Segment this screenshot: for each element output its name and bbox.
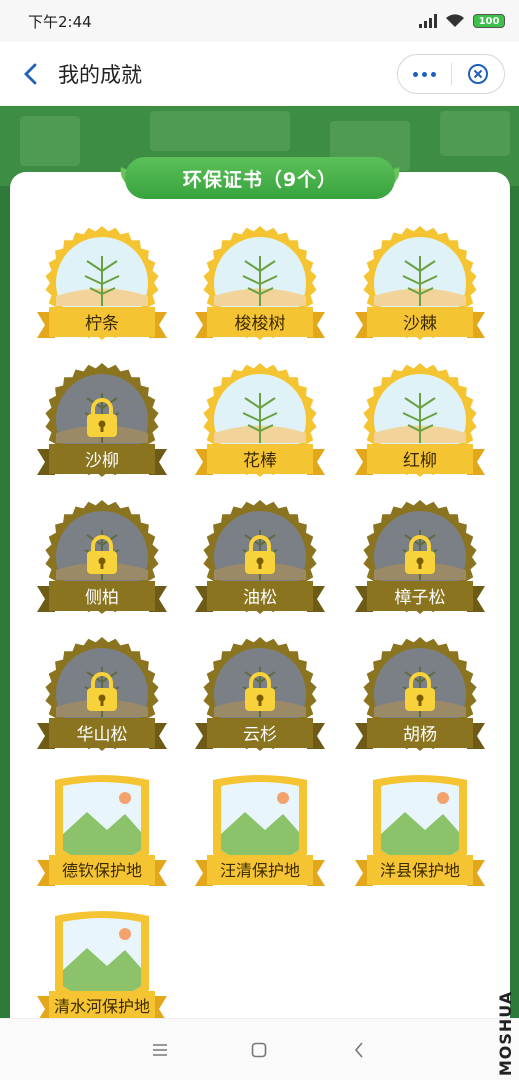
reserve-label: 德钦保护地 xyxy=(61,861,142,880)
signal-icon xyxy=(419,14,437,28)
watermark: MOSHUA xyxy=(496,990,517,1080)
page-header: 我的成就 xyxy=(0,42,519,106)
badge-earned[interactable]: 柠条 xyxy=(37,226,167,354)
badge-locked[interactable]: 樟子松 xyxy=(355,500,485,628)
sun-icon xyxy=(437,792,449,804)
badge-label: 云杉 xyxy=(243,724,277,745)
badge-label: 油松 xyxy=(243,587,277,608)
menu-icon[interactable] xyxy=(148,1038,172,1062)
reserve-label: 清水河保护地 xyxy=(53,997,150,1016)
reserve-badge[interactable]: 汪清保护地 xyxy=(195,774,325,899)
badge-label: 沙棘 xyxy=(403,313,437,334)
badge-label: 华山松 xyxy=(76,724,128,745)
lock-icon xyxy=(87,398,117,437)
section-title: 环保证书（9个） xyxy=(125,157,395,199)
back-icon[interactable] xyxy=(347,1038,371,1062)
sun-icon xyxy=(277,792,289,804)
lock-icon xyxy=(405,672,435,711)
badge-locked[interactable]: 沙柳 xyxy=(37,363,167,491)
lock-icon xyxy=(87,672,117,711)
page-title: 我的成就 xyxy=(58,63,142,87)
section-ribbon: 环保证书（9个） xyxy=(115,155,405,201)
badge-locked[interactable]: 侧柏 xyxy=(37,500,167,628)
wifi-icon xyxy=(445,14,465,28)
mini-program-capsule xyxy=(397,54,505,94)
more-icon[interactable] xyxy=(398,54,451,94)
status-bar: 下午2:44 100 xyxy=(0,0,519,42)
badge-earned[interactable]: 梭梭树 xyxy=(195,226,325,354)
badge-label: 胡杨 xyxy=(403,724,437,745)
badge-label: 柠条 xyxy=(85,313,119,334)
badge-earned[interactable]: 红柳 xyxy=(355,363,485,491)
badge-locked[interactable]: 胡杨 xyxy=(355,637,485,765)
reserve-badge[interactable]: 洋县保护地 xyxy=(355,774,485,899)
back-arrow-icon[interactable] xyxy=(18,62,42,86)
lock-icon xyxy=(245,535,275,574)
badge-earned[interactable]: 沙棘 xyxy=(355,226,485,354)
reserve-label: 洋县保护地 xyxy=(379,861,460,880)
badge-locked[interactable]: 华山松 xyxy=(37,637,167,765)
status-time: 下午2:44 xyxy=(28,12,92,31)
sun-icon xyxy=(119,928,131,940)
badge-label: 花棒 xyxy=(243,450,277,471)
badge-label: 侧柏 xyxy=(85,587,119,608)
reserve-label: 汪清保护地 xyxy=(219,861,300,880)
battery-icon: 100 xyxy=(473,14,505,28)
reserve-badge[interactable]: 清水河保护地 xyxy=(37,910,167,1035)
badge-earned[interactable]: 花棒 xyxy=(195,363,325,491)
watermark-text: MOSHUA xyxy=(496,990,516,1077)
sun-icon xyxy=(119,792,131,804)
badge-locked[interactable]: 油松 xyxy=(195,500,325,628)
reserve-badge[interactable]: 德钦保护地 xyxy=(37,774,167,899)
close-target-icon[interactable] xyxy=(451,54,504,94)
badge-label: 沙柳 xyxy=(85,450,119,471)
badge-label: 红柳 xyxy=(403,450,437,471)
lock-icon xyxy=(405,535,435,574)
lock-icon xyxy=(245,672,275,711)
lock-icon xyxy=(87,535,117,574)
home-icon[interactable] xyxy=(247,1038,271,1062)
badge-locked[interactable]: 云杉 xyxy=(195,637,325,765)
badge-label: 梭梭树 xyxy=(234,313,286,334)
badge-label: 樟子松 xyxy=(394,587,446,608)
system-nav-bar xyxy=(0,1018,519,1080)
